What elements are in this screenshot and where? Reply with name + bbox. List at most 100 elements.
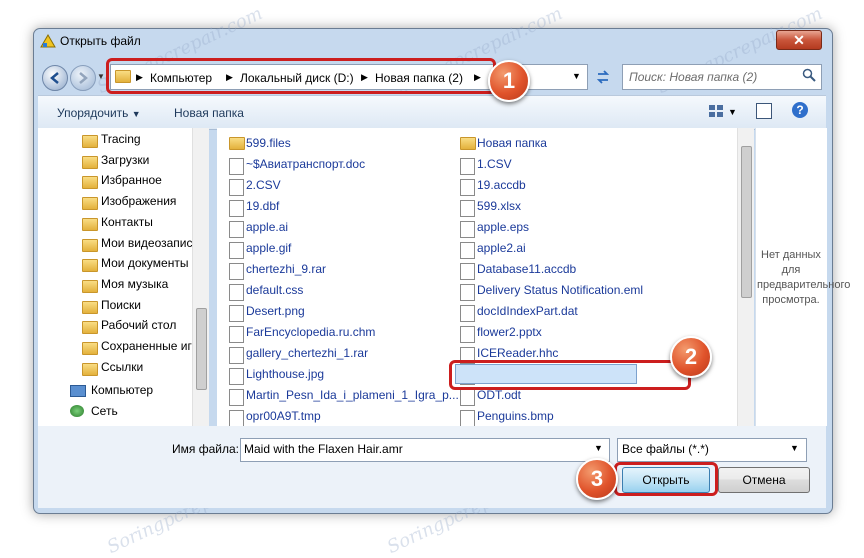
file-icon: [460, 305, 475, 322]
search-placeholder: Поиск: Новая папка (2): [629, 70, 758, 84]
file-item[interactable]: Martin_Pesn_Ida_i_plameni_1_Igra_p...: [246, 388, 459, 402]
file-icon: [229, 326, 244, 343]
file-icon: [229, 263, 244, 280]
callout-badge-1: 1: [488, 60, 530, 102]
nav-tree-item[interactable]: Мои видеозапис: [101, 236, 193, 250]
computer-icon: [70, 385, 86, 397]
file-icon: [460, 263, 475, 280]
history-chevron-icon[interactable]: ▼: [97, 72, 105, 81]
preview-pane-icon[interactable]: [756, 103, 772, 119]
view-dropdown-icon[interactable]: ▼: [728, 107, 737, 117]
file-icon: [229, 410, 244, 427]
nav-item-network[interactable]: Сеть: [91, 404, 118, 418]
folder-icon: [82, 197, 98, 211]
file-item[interactable]: 1.CSV: [477, 157, 512, 171]
nav-tree-item[interactable]: Изображения: [101, 194, 176, 208]
nav-tree-item[interactable]: Избранное: [101, 173, 162, 187]
nav-tree-item[interactable]: Ссылки: [101, 360, 143, 374]
nav-tree-item[interactable]: Рабочий стол: [101, 318, 176, 332]
file-icon: [460, 242, 475, 259]
nav-scrollbar[interactable]: [192, 128, 209, 426]
file-item[interactable]: FarEncyclopedia.ru.chm: [246, 325, 375, 339]
nav-item-computer[interactable]: Компьютер: [91, 383, 153, 397]
file-item[interactable]: docIdIndexPart.dat: [477, 304, 578, 318]
file-item[interactable]: flower2.pptx: [477, 325, 542, 339]
forward-button[interactable]: [70, 65, 96, 91]
file-item[interactable]: apple.gif: [246, 241, 291, 255]
folder-icon: [82, 279, 98, 293]
file-icon: [229, 389, 244, 406]
folder-icon: [229, 137, 245, 150]
file-item[interactable]: gallery_chertezhi_1.rar: [246, 346, 368, 360]
file-scrollbar[interactable]: [737, 128, 754, 426]
window-title: Открыть файл: [60, 34, 141, 48]
address-dropdown-icon[interactable]: ▼: [572, 71, 581, 81]
folder-icon: [82, 342, 98, 355]
nav-tree-item[interactable]: Поиски: [101, 298, 141, 312]
file-item[interactable]: Desert.png: [246, 304, 305, 318]
file-item[interactable]: Delivery Status Notification.eml: [477, 283, 643, 297]
folder-icon: [82, 238, 98, 252]
file-item[interactable]: apple.ai: [246, 220, 288, 234]
filename-dropdown-icon[interactable]: ▼: [594, 443, 603, 453]
file-item[interactable]: 2.CSV: [246, 178, 281, 192]
file-icon: [229, 347, 244, 364]
file-item[interactable]: apple2.ai: [477, 241, 526, 255]
file-item[interactable]: Новая папка: [477, 136, 547, 150]
preview-text: Нет данных для предварительного просмотр…: [757, 249, 851, 306]
view-icon[interactable]: [708, 104, 724, 118]
file-icon: [460, 200, 475, 217]
back-button[interactable]: [42, 65, 68, 91]
file-icon: [460, 221, 475, 238]
nav-tree-item[interactable]: Моя музыка: [101, 277, 168, 291]
nav-tree-item[interactable]: Сохраненные иг: [101, 339, 192, 353]
folder-icon: [82, 217, 98, 231]
nav-tree-item[interactable]: Tracing: [101, 132, 141, 146]
nav-tree-item[interactable]: Контакты: [101, 215, 153, 229]
file-icon: [229, 200, 244, 217]
file-item[interactable]: opr00A9T.tmp: [246, 409, 321, 423]
nav-tree-item[interactable]: Загрузки: [101, 153, 149, 167]
folder-icon: [82, 176, 98, 190]
file-item[interactable]: 599.files: [246, 136, 291, 150]
file-item[interactable]: 19.accdb: [477, 178, 526, 192]
close-button[interactable]: ✕: [776, 30, 822, 50]
refresh-icon[interactable]: [592, 66, 614, 88]
file-item[interactable]: default.css: [246, 283, 303, 297]
file-icon: [229, 284, 244, 301]
file-item[interactable]: 19.dbf: [246, 199, 279, 213]
file-item[interactable]: 599.xlsx: [477, 199, 521, 213]
folder-icon: [82, 300, 98, 314]
file-icon: [229, 221, 244, 238]
file-icon: [460, 179, 475, 196]
file-type-chevron-icon[interactable]: ▼: [790, 443, 799, 453]
file-icon: [460, 410, 475, 427]
folder-icon: [82, 259, 98, 273]
nav-tree-item[interactable]: Мои документы: [101, 256, 188, 270]
search-icon[interactable]: [802, 68, 816, 85]
file-icon: [460, 389, 475, 406]
file-icon: [460, 326, 475, 343]
file-item[interactable]: ICEReader.hhc: [477, 346, 558, 360]
file-icon: [460, 158, 475, 175]
file-item[interactable]: ~$Авиатранспорт.doc: [246, 157, 365, 171]
file-item[interactable]: apple.eps: [477, 220, 529, 234]
file-item[interactable]: ODT.odt: [477, 388, 521, 402]
file-type-value: Все файлы (*.*): [622, 442, 709, 456]
file-item[interactable]: Penguins.bmp: [477, 409, 554, 423]
filename-label: Имя файла:: [172, 442, 239, 456]
chevron-down-icon: ▼: [131, 109, 141, 119]
cancel-button[interactable]: Отмена: [718, 467, 810, 493]
help-icon[interactable]: ?: [792, 102, 808, 118]
new-folder-button[interactable]: Новая папка: [174, 106, 244, 120]
file-icon: [229, 305, 244, 322]
app-icon: [40, 34, 56, 48]
folder-icon: [460, 137, 476, 150]
file-item[interactable]: chertezhi_9.rar: [246, 262, 326, 276]
file-item[interactable]: Lighthouse.jpg: [246, 367, 324, 381]
folder-icon: [82, 321, 98, 335]
callout-highlight-file: [449, 360, 691, 390]
file-item[interactable]: Database11.accdb: [477, 262, 576, 276]
network-icon: [70, 405, 84, 417]
organize-button[interactable]: Упорядочить ▼: [57, 106, 141, 120]
